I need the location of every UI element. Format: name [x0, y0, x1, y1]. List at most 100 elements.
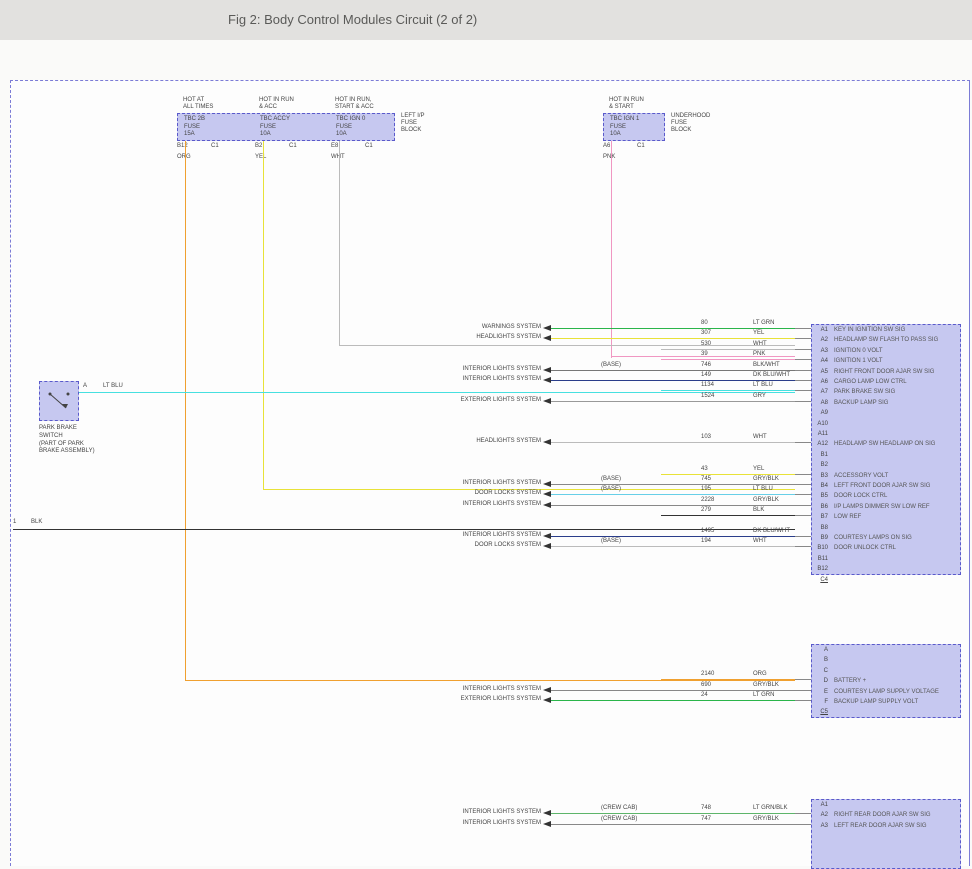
col-A2: YEL: [753, 330, 764, 336]
ckt-F: 24: [701, 692, 708, 698]
col-B4: GRY/BLK: [753, 476, 779, 482]
pin-b12: B12: [177, 143, 188, 149]
col-A6: DK BLU/WHT: [753, 372, 790, 378]
fuse-tbc-ign0: TBC IGN 0 FUSE 10A: [336, 116, 365, 139]
label-left-ip: LEFT I/P FUSE BLOCK: [401, 113, 425, 135]
col-B5: LT BLU: [753, 486, 773, 492]
bcm-pin-A5: A5RIGHT FRONT DOOR AJAR SW SIG: [812, 367, 960, 377]
arrow-icon: [543, 325, 551, 331]
label-hot-run-acc: HOT IN RUN & ACC: [259, 97, 294, 111]
park-brake-label: PARK BRAKE SWITCH (PART OF PARK BRAKE AS…: [39, 425, 95, 456]
bcm-pin-B8: B8: [812, 523, 960, 533]
col-A2: LT GRN/BLK: [753, 805, 787, 811]
arrow-icon: [543, 439, 551, 445]
sys-A2: HEADLIGHTS SYSTEM: [431, 334, 541, 340]
bcm-pin-B3: B3ACCESSORY VOLT: [812, 471, 960, 481]
wire-ltblu-park: [79, 392, 795, 393]
pin-b2: B2: [255, 143, 262, 149]
note-A5: (BASE): [601, 362, 621, 368]
arrow-icon: [543, 377, 551, 383]
bcm-pin-A2: A2HEADLAMP SW FLASH TO PASS SIG: [812, 335, 960, 345]
pin-e8: E8: [331, 143, 338, 149]
park-brake-switch: [39, 381, 79, 421]
bcm-pin-A4: A4IGNITION 1 VOLT: [812, 356, 960, 366]
col-B6: GRY/BLK: [753, 497, 779, 503]
wire-E: [551, 690, 795, 691]
col-B7: BLK: [753, 507, 764, 513]
pin-c1-c: C1: [365, 143, 373, 149]
sys-B5: DOOR LOCKS SYSTEM: [431, 490, 541, 496]
fuse-tbc-ign1: TBC IGN 1 FUSE 10A: [610, 116, 639, 139]
ckt-A12: 103: [701, 434, 711, 440]
ckt-A2: 307: [701, 330, 711, 336]
col-D: ORG: [753, 671, 767, 677]
col-B10: WHT: [753, 538, 767, 544]
bcm-connector-c6: A1A2RIGHT REAR DOOR AJAR SW SIGA3LEFT RE…: [811, 799, 961, 869]
ckt-B6: 2228: [701, 497, 714, 503]
sys-A12: HEADLIGHTS SYSTEM: [431, 438, 541, 444]
bcm-pin-A3: A3IGNITION 0 VOLT: [812, 346, 960, 356]
bcm-pin-B9: B9COURTESY LAMPS ON SIG: [812, 533, 960, 543]
col-A7: LT BLU: [753, 382, 773, 388]
wire-A8: [551, 401, 795, 402]
wire-A12: [551, 442, 795, 443]
arrow-icon: [543, 533, 551, 539]
ckt-A2: 748: [701, 805, 711, 811]
wire-A5: [551, 370, 795, 371]
bcm-pin-B4: B4LEFT FRONT DOOR AJAR SW SIG: [812, 481, 960, 491]
arrow-icon: [543, 697, 551, 703]
bcm-pin-A2: A2RIGHT REAR DOOR AJAR SW SIG: [812, 810, 960, 820]
note-B4: (BASE): [601, 476, 621, 482]
wire-wht-a3: [339, 345, 795, 346]
sys-E: INTERIOR LIGHTS SYSTEM: [431, 686, 541, 692]
col-A5: BLK/WHT: [753, 362, 780, 368]
switch-icon: [40, 382, 80, 422]
bcm-pin-A3: A3LEFT REAR DOOR AJAR SW SIG: [812, 821, 960, 831]
bcm-pin-B7: B7LOW REF: [812, 512, 960, 522]
bcm-pin-B10: B10DOOR UNLOCK CTRL: [812, 543, 960, 553]
fuse-tbc-accy: TBC ACCY FUSE 10A: [260, 116, 290, 139]
wire-A2: [551, 338, 795, 339]
note-B10: (BASE): [601, 538, 621, 544]
pin-a6: A6: [603, 143, 610, 149]
sys-B9: INTERIOR LIGHTS SYSTEM: [431, 532, 541, 538]
wire-D: [661, 679, 795, 680]
note-A2: (CREW CAB): [601, 805, 637, 811]
pin-c1-d: C1: [637, 143, 645, 149]
arrow-icon: [543, 687, 551, 693]
wire-A7: [661, 390, 795, 391]
bcm-pin-D: DBATTERY +: [812, 676, 960, 686]
label-hot-run-start-acc: HOT IN RUN, START & ACC: [335, 97, 374, 111]
wire-pnk-vert: [611, 141, 612, 358]
arrow-icon: [543, 481, 551, 487]
ckt-B7: 279: [701, 507, 711, 513]
col-A12: WHT: [753, 434, 767, 440]
ckt-E: 690: [701, 682, 711, 688]
bcm-pin-B2: B2: [812, 460, 960, 470]
left-ip-fuse-block: TBC 2B FUSE 15A TBC ACCY FUSE 10A TBC IG…: [177, 113, 395, 141]
circuit-diagram: HOT AT ALL TIMES HOT IN RUN & ACC HOT IN…: [10, 80, 970, 866]
label-hot-all-times: HOT AT ALL TIMES: [183, 97, 213, 111]
ckt-B10: 194: [701, 538, 711, 544]
ckt-B4: 745: [701, 476, 711, 482]
bcm-pin-A12: A12HEADLAMP SW HEADLAMP ON SIG: [812, 439, 960, 449]
col-A3: GRY/BLK: [753, 816, 779, 822]
col-pnk: PNK: [603, 154, 615, 160]
ckt-A1: 80: [701, 320, 708, 326]
col-org: ORG: [177, 154, 191, 160]
bcm-pin-B11: B11: [812, 554, 960, 564]
bcm-pin-B: B: [812, 655, 960, 665]
bcm-pin-B12: B12: [812, 564, 960, 574]
wire-A3: [551, 824, 795, 825]
wire-A4: [661, 359, 795, 360]
arrow-icon: [543, 810, 551, 816]
bcm-pin-A1: A1KEY IN IGNITION SW SIG: [812, 325, 960, 335]
park-brake-col: LT BLU: [103, 383, 123, 389]
label-underhood: UNDERHOOD FUSE BLOCK: [671, 113, 710, 135]
bcm-pin-B5: B5DOOR LOCK CTRL: [812, 491, 960, 501]
wire-A3: [661, 349, 795, 350]
col-A3: WHT: [753, 341, 767, 347]
wire-B6: [551, 505, 795, 506]
sys-A5: INTERIOR LIGHTS SYSTEM: [431, 366, 541, 372]
col-wht: WHT: [331, 154, 345, 160]
